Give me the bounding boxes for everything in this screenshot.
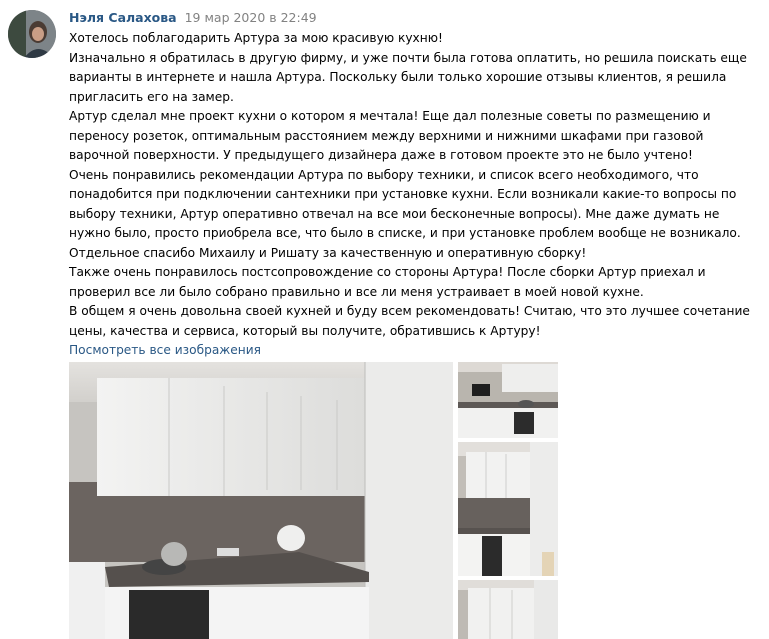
paragraph: Отдельное спасибо Михаилу и Ришату за ка… xyxy=(69,245,587,260)
paragraph: Также очень понравилось постсопровождени… xyxy=(69,265,706,299)
paragraph: Хотелось поблагодарить Артура за мою кра… xyxy=(69,31,443,45)
paragraph: Артур сделал мне проект кухни о котором … xyxy=(69,109,711,162)
comment-header: Нэля Салахова 19 мар 2020 в 22:49 xyxy=(69,9,317,26)
comment-text: Хотелось поблагодарить Артура за мою кра… xyxy=(69,29,764,361)
comment-post: Нэля Салахова 19 мар 2020 в 22:49 Хотело… xyxy=(0,0,769,639)
avatar[interactable] xyxy=(8,10,56,58)
photo-main[interactable] xyxy=(69,362,453,639)
paragraph: Очень понравились рекомендации Артура по… xyxy=(69,167,741,241)
photo-thumbnail[interactable] xyxy=(458,580,558,639)
paragraph: Изначально я обратилась в другую фирму, … xyxy=(69,50,747,104)
photo-thumbnail[interactable] xyxy=(458,362,558,438)
author-name[interactable]: Нэля Салахова xyxy=(69,10,177,25)
comment-date[interactable]: 19 мар 2020 в 22:49 xyxy=(185,10,317,25)
show-all-images-link[interactable]: Посмотреть все изображения xyxy=(69,343,261,357)
paragraph: В общем я очень довольна своей кухней и … xyxy=(69,304,750,338)
photo-thumbnail[interactable] xyxy=(458,442,558,576)
